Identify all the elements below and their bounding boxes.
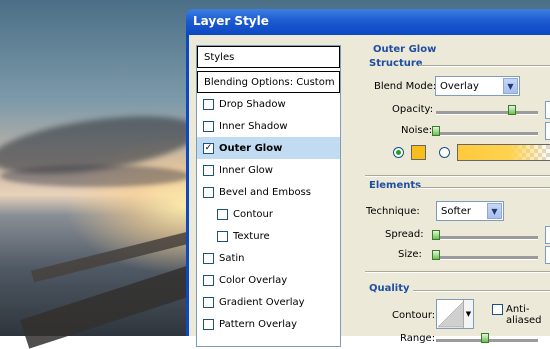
solid-color-radio[interactable] <box>393 147 404 158</box>
size-slider-track[interactable] <box>436 256 538 260</box>
noise-slider-track[interactable] <box>436 132 538 136</box>
style-item-label: Texture <box>233 230 270 242</box>
style-checkbox[interactable] <box>203 252 214 264</box>
blend-mode-select[interactable]: Overlay ▼ <box>435 76 520 96</box>
dialog-body: Styles Blending Options: Custom Drop Sha… <box>186 35 550 347</box>
styles-header-label: Styles <box>204 51 235 63</box>
size-label: Size: <box>398 249 422 260</box>
blending-options-item[interactable]: Blending Options: Custom <box>197 71 340 93</box>
style-item-bevel-and-emboss[interactable]: Bevel and Emboss <box>197 181 340 203</box>
style-item-label: Inner Glow <box>219 164 273 176</box>
opacity-input[interactable] <box>545 101 550 119</box>
style-item-outer-glow[interactable]: ✓ Outer Glow <box>197 137 340 159</box>
structure-divider <box>419 65 550 67</box>
style-checkbox[interactable] <box>203 164 214 176</box>
chevron-down-icon[interactable]: ▼ <box>487 203 502 219</box>
style-checkbox[interactable] <box>203 274 214 286</box>
style-checkbox[interactable] <box>203 98 214 110</box>
style-item-label: Gradient Overlay <box>219 296 305 308</box>
spread-input[interactable] <box>545 226 550 244</box>
style-checkbox[interactable] <box>203 120 214 132</box>
range-label: Range: <box>400 333 436 344</box>
dialog-title: Layer Style <box>193 14 269 28</box>
style-checkbox[interactable] <box>217 208 228 220</box>
gradient-radio[interactable] <box>439 147 450 158</box>
anti-aliased-checkbox[interactable] <box>492 304 503 315</box>
range-slider-thumb[interactable] <box>481 333 489 343</box>
style-item-pattern-overlay[interactable]: Pattern Overlay <box>197 313 340 335</box>
style-item-label: Inner Shadow <box>219 120 288 132</box>
chevron-down-icon[interactable]: ▼ <box>503 78 518 94</box>
style-item-label: Satin <box>219 252 245 264</box>
opacity-slider-track[interactable] <box>436 111 538 115</box>
section-divider <box>365 271 550 273</box>
section-divider <box>365 175 550 177</box>
structure-title: Structure <box>369 58 423 69</box>
style-item-label: Drop Shadow <box>219 98 286 110</box>
blend-mode-value: Overlay <box>440 80 479 92</box>
style-checkbox[interactable] <box>203 186 214 198</box>
dialog-titlebar[interactable]: Layer Style <box>186 9 550 35</box>
style-checkbox[interactable] <box>203 318 214 330</box>
style-item-inner-shadow[interactable]: Inner Shadow <box>197 115 340 137</box>
size-slider-thumb[interactable] <box>432 250 440 260</box>
blend-mode-label: Blend Mode: <box>374 81 437 92</box>
style-checkbox[interactable]: ✓ <box>203 142 214 154</box>
style-item-drop-shadow[interactable]: Drop Shadow <box>197 93 340 115</box>
quality-divider <box>413 290 550 292</box>
style-item-label: Contour <box>233 208 273 220</box>
size-input[interactable] <box>545 246 550 264</box>
noise-label: Noise: <box>401 125 433 136</box>
noise-slider-thumb[interactable] <box>432 126 440 136</box>
style-item-label: Color Overlay <box>219 274 288 286</box>
style-checkbox[interactable] <box>203 296 214 308</box>
contour-picker[interactable]: ▼ <box>436 299 474 329</box>
style-item-label: Pattern Overlay <box>219 318 298 330</box>
technique-value: Softer <box>441 205 471 217</box>
style-item-color-overlay[interactable]: Color Overlay <box>197 269 340 291</box>
noise-input[interactable] <box>545 122 550 140</box>
contour-label: Contour: <box>392 310 436 321</box>
glow-color-swatch[interactable] <box>411 145 426 160</box>
elements-divider <box>417 187 550 189</box>
style-item-gradient-overlay[interactable]: Gradient Overlay <box>197 291 340 313</box>
glow-gradient-picker[interactable] <box>457 144 550 161</box>
style-checkbox[interactable] <box>217 230 228 242</box>
technique-label: Technique: <box>366 206 420 217</box>
styles-header[interactable]: Styles <box>197 46 340 68</box>
chevron-down-icon[interactable]: ▼ <box>463 300 473 328</box>
elements-title: Elements <box>369 180 422 191</box>
spread-slider-thumb[interactable] <box>432 230 440 240</box>
style-item-contour[interactable]: Contour <box>197 203 340 225</box>
outer-glow-panel: Outer Glow Structure Blend Mode: Overlay… <box>355 35 550 344</box>
quality-title: Quality <box>369 283 410 294</box>
style-item-texture[interactable]: Texture <box>197 225 340 247</box>
style-item-satin[interactable]: Satin <box>197 247 340 269</box>
opacity-label: Opacity: <box>392 104 434 115</box>
spread-label: Spread: <box>385 229 424 240</box>
technique-select[interactable]: Softer ▼ <box>436 201 504 221</box>
anti-aliased-label: Anti-aliased <box>506 304 542 326</box>
style-item-label: Bevel and Emboss <box>219 186 311 198</box>
layer-style-dialog: Layer Style Styles Blending Options: Cus… <box>186 9 550 347</box>
styles-list: Styles Blending Options: Custom Drop Sha… <box>196 45 341 347</box>
section-title: Outer Glow <box>373 44 437 55</box>
style-item-inner-glow[interactable]: Inner Glow <box>197 159 340 181</box>
style-item-label: Outer Glow <box>219 142 283 154</box>
opacity-slider-thumb[interactable] <box>508 105 516 115</box>
spread-slider-track[interactable] <box>436 236 538 240</box>
background-cloud <box>0 165 190 187</box>
blending-options-label: Blending Options: Custom <box>204 76 335 88</box>
